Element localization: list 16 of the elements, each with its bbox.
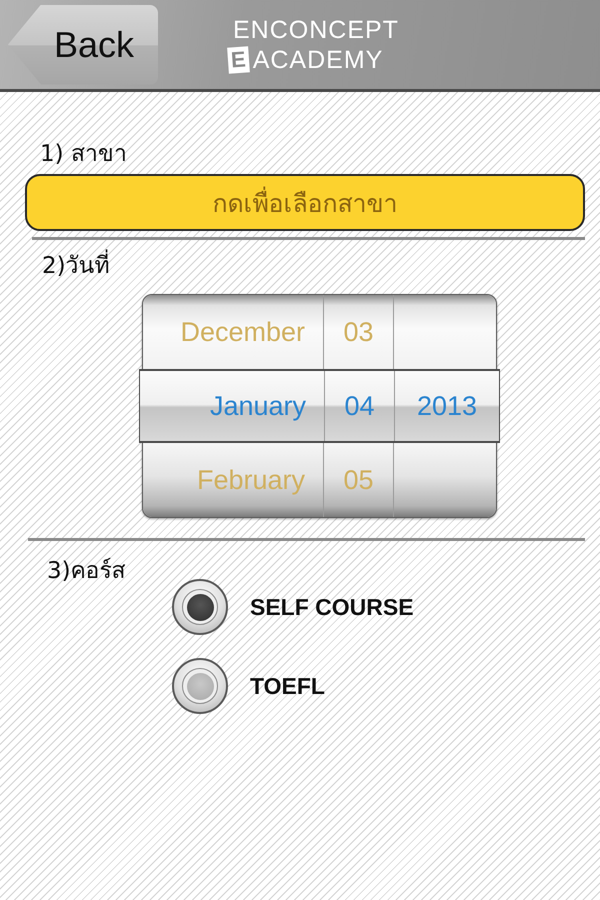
picker-cell[interactable]: 04 — [325, 371, 395, 441]
option-label[interactable]: SELF COURSE — [250, 594, 414, 620]
section-label: 3)คอร์ส — [47, 557, 126, 585]
back-button[interactable]: Back — [8, 4, 158, 84]
logo-text: ACADEMY — [252, 46, 384, 74]
picker-cell[interactable]: 05 — [324, 443, 394, 517]
logo-text: ENCONCEPT — [233, 16, 399, 44]
radio-button[interactable] — [172, 658, 228, 714]
picker-cell[interactable]: January — [140, 371, 325, 441]
picker-cell[interactable]: February — [143, 443, 324, 517]
select-button[interactable]: กดเพื่อเลือกสาขา — [25, 174, 585, 231]
logo-badge: E — [227, 46, 250, 74]
picker-cell[interactable]: 2013 — [395, 371, 499, 441]
radio-button[interactable] — [172, 579, 228, 635]
option-label[interactable]: TOEFL — [250, 672, 325, 700]
section-label: 1) สาขา — [40, 140, 127, 168]
